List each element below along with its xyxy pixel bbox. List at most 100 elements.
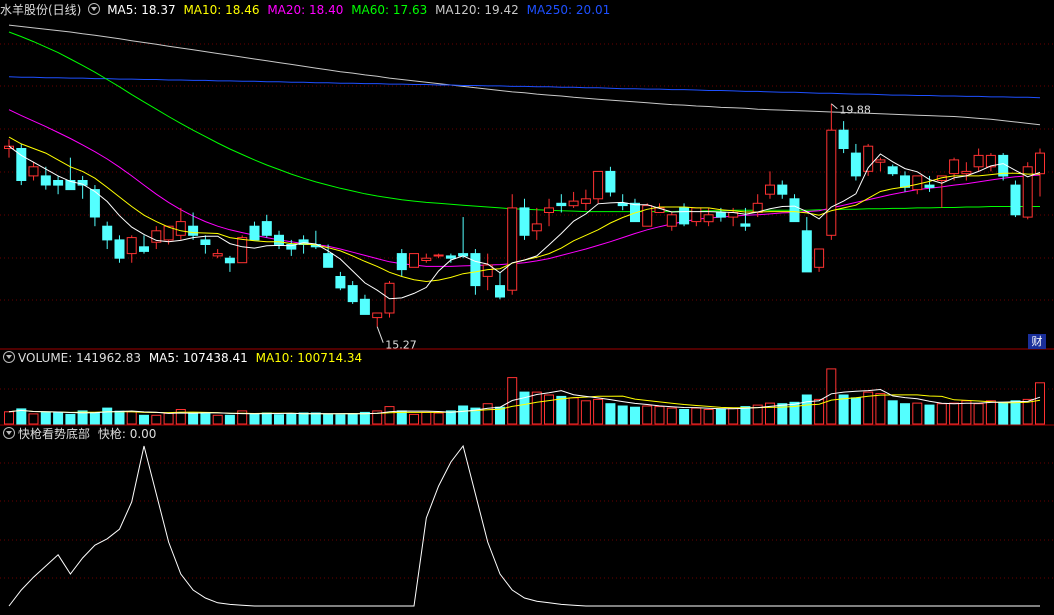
- volume-bar: [617, 405, 628, 425]
- candle-body: [740, 223, 751, 227]
- candle-body: [470, 253, 481, 287]
- volume-bar: [691, 407, 702, 425]
- candle-body: [347, 285, 358, 303]
- volume-bar: [310, 412, 321, 425]
- volume-bar: [482, 403, 493, 425]
- volume-header: VOLUME: 141962.83 MA5: 107438.41 MA10: 1…: [0, 350, 366, 366]
- volume-bar: [139, 414, 149, 425]
- candle-body: [691, 207, 702, 223]
- volume-bar: [556, 395, 567, 425]
- candle-body: [900, 175, 910, 188]
- candle-body: [961, 170, 972, 175]
- candle-body: [617, 202, 628, 207]
- candle-body: [666, 214, 677, 227]
- candle-body: [102, 225, 113, 241]
- indicator-settings-icon[interactable]: [3, 427, 15, 439]
- volume-bar: [384, 406, 395, 425]
- finance-badge[interactable]: 财: [1028, 334, 1046, 349]
- volume-bar: [801, 394, 812, 425]
- candle-body: [237, 237, 248, 264]
- ma250-label: MA250: 20.01: [526, 3, 611, 17]
- candle-body: [139, 246, 149, 252]
- candle-body: [924, 184, 935, 188]
- chart-stage[interactable]: 19.88 15.27: [0, 0, 1054, 612]
- ma250-line: [8, 76, 1041, 99]
- volume-bar: [421, 411, 432, 425]
- candle-body: [605, 170, 616, 193]
- candle-body: [1035, 152, 1045, 175]
- volume-bar: [666, 407, 677, 425]
- stock-title[interactable]: 水羊股份(日线): [0, 3, 81, 17]
- volume-bar: [458, 405, 469, 425]
- volume-bar: [433, 412, 444, 425]
- candle-body: [224, 257, 235, 264]
- candle-body: [396, 253, 407, 271]
- candle-body: [826, 129, 837, 236]
- candle-body: [715, 212, 726, 218]
- ma20-line: [8, 109, 1041, 267]
- volume-bar: [654, 406, 665, 425]
- candle-body: [495, 285, 505, 298]
- chart-svg[interactable]: 19.88 15.27: [0, 0, 1054, 612]
- price-header: 水羊股份(日线) MA5: 18.37 MA10: 18.46 MA20: 18…: [0, 2, 614, 18]
- indicator-name[interactable]: 快枪看势底部: [18, 427, 90, 441]
- high-label: 19.88: [839, 104, 871, 117]
- candle-body: [703, 214, 714, 223]
- volume-bar: [924, 404, 935, 425]
- volume-ma10: MA10: 100714.34: [255, 351, 363, 365]
- low-label: 15.27: [385, 339, 417, 352]
- candle-body: [814, 248, 825, 268]
- candle-body: [580, 198, 591, 204]
- high-marker: [831, 103, 838, 110]
- volume-bar: [531, 391, 542, 425]
- volume-bar: [544, 394, 554, 425]
- volume-bar: [973, 403, 984, 425]
- candle-body: [519, 207, 530, 236]
- ma-settings-icon[interactable]: [88, 3, 101, 15]
- candle-body: [40, 175, 51, 186]
- candle-body: [912, 175, 923, 191]
- candle-body: [1010, 184, 1021, 216]
- candle-body: [568, 200, 579, 207]
- candle-body: [556, 202, 567, 207]
- candle-body: [28, 166, 39, 177]
- volume-bar: [593, 398, 604, 425]
- candle-body: [789, 198, 800, 223]
- low-marker: [376, 326, 384, 343]
- volume-bar: [887, 400, 898, 425]
- volume-bar: [936, 403, 947, 425]
- candle-body: [544, 207, 554, 213]
- candle-body: [973, 154, 984, 168]
- volume-bar: [335, 414, 346, 425]
- volume-settings-icon[interactable]: [3, 351, 15, 363]
- volume-bar: [1035, 382, 1045, 425]
- volume-bar: [175, 409, 186, 425]
- candle-body: [765, 184, 775, 195]
- candle-body: [421, 257, 432, 262]
- volume-bar: [89, 412, 100, 425]
- indicator-value: 快枪: 0.00: [97, 427, 157, 441]
- volume-bar: [4, 411, 14, 425]
- candle-body: [887, 166, 898, 175]
- volume-bar: [580, 400, 591, 425]
- ma60-line: [8, 31, 1040, 213]
- volume-bar: [728, 407, 739, 425]
- candle-body: [249, 225, 260, 241]
- volume-bar: [789, 401, 800, 425]
- volume-bar: [445, 410, 456, 425]
- volume-bar: [261, 412, 272, 425]
- candle-body: [433, 254, 444, 257]
- volume-bar: [286, 413, 297, 425]
- candle-body: [409, 253, 419, 268]
- volume-bar: [900, 403, 910, 425]
- candle-body: [335, 276, 346, 289]
- volume-bar: [274, 414, 284, 425]
- volume-bar: [200, 413, 211, 425]
- volume-bar: [114, 410, 125, 425]
- volume-bar: [151, 414, 162, 425]
- candle-body: [507, 207, 518, 291]
- candle-body: [126, 237, 137, 255]
- volume-bar: [212, 414, 223, 425]
- volume-bar: [28, 413, 39, 425]
- volume-bar: [65, 413, 76, 425]
